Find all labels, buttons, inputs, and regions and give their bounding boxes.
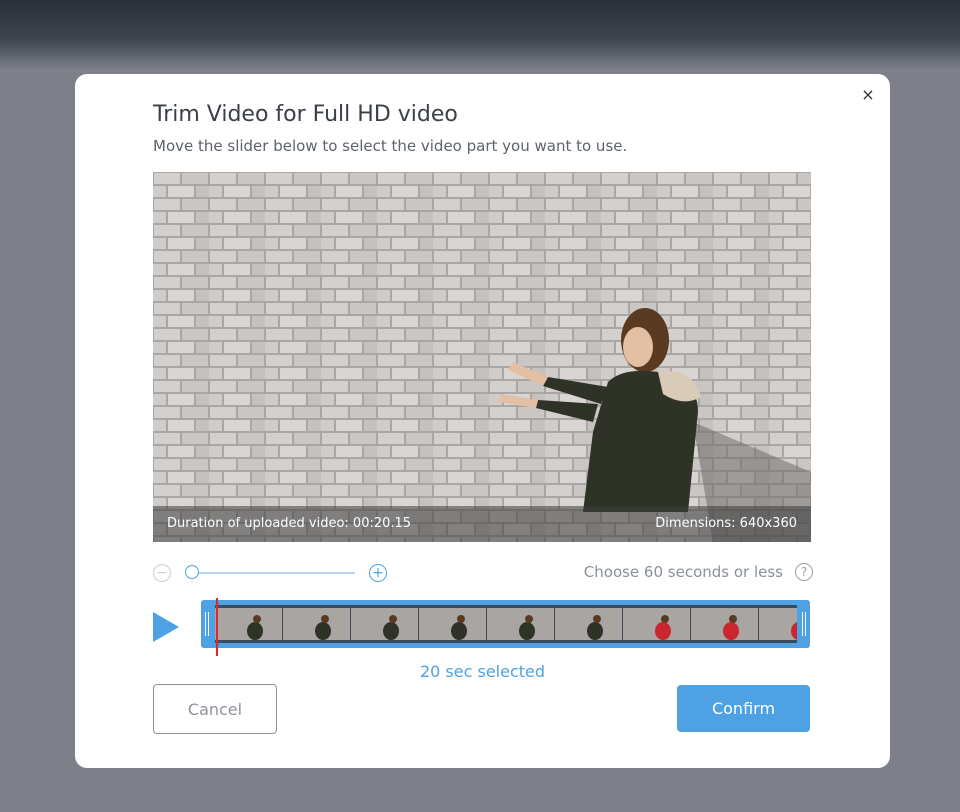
dialog-subtitle: Move the slider below to select the vide… bbox=[153, 137, 628, 155]
page-backdrop bbox=[0, 0, 960, 70]
cancel-button[interactable]: Cancel bbox=[153, 684, 277, 734]
confirm-button[interactable]: Confirm bbox=[677, 685, 810, 732]
play-icon[interactable] bbox=[153, 612, 179, 642]
duration-limit-text: Choose 60 seconds or less bbox=[583, 563, 783, 581]
video-duration: Duration of uploaded video: 00:20.15 bbox=[167, 516, 412, 531]
zoom-slider-track[interactable] bbox=[191, 572, 355, 574]
trim-end-handle[interactable] bbox=[802, 612, 806, 636]
video-preview[interactable]: Duration of uploaded video: 00:20.15 Dim… bbox=[153, 172, 811, 542]
video-frame-image bbox=[153, 172, 811, 542]
help-icon[interactable]: ? bbox=[795, 563, 813, 581]
thumbnail-strip bbox=[215, 608, 797, 640]
zoom-in-icon[interactable]: + bbox=[369, 564, 387, 582]
trim-timeline[interactable] bbox=[201, 600, 810, 648]
video-info-bar: Duration of uploaded video: 00:20.15 Dim… bbox=[153, 506, 811, 542]
playhead[interactable] bbox=[216, 598, 218, 656]
selected-duration-text: 20 sec selected bbox=[419, 662, 546, 681]
zoom-out-icon[interactable]: − bbox=[153, 564, 171, 582]
timeline-thumbnails bbox=[215, 605, 797, 643]
zoom-slider-thumb[interactable] bbox=[185, 565, 199, 579]
trim-video-dialog: × Trim Video for Full HD video Move the … bbox=[75, 74, 890, 768]
trim-start-handle[interactable] bbox=[205, 612, 209, 636]
close-icon[interactable]: × bbox=[858, 84, 878, 104]
dialog-title: Trim Video for Full HD video bbox=[153, 102, 458, 127]
video-dimensions: Dimensions: 640x360 bbox=[655, 516, 797, 531]
zoom-control: − + Choose 60 seconds or less ? bbox=[153, 562, 813, 586]
